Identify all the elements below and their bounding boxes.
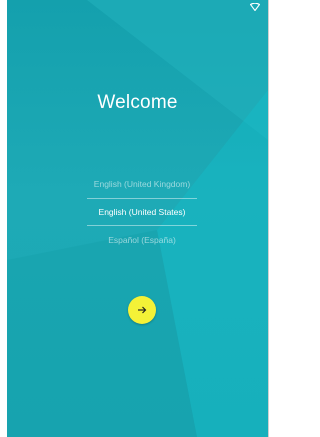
arrow-right-icon xyxy=(138,306,147,314)
next-button[interactable] xyxy=(128,296,156,324)
language-option-english-us[interactable]: English (United States) xyxy=(87,198,197,226)
setup-screen: Welcome English (United Kingdom) English… xyxy=(7,0,269,437)
page-title: Welcome xyxy=(97,92,178,113)
language-option-english-uk[interactable]: English (United Kingdom) xyxy=(87,170,197,198)
status-bar xyxy=(7,0,268,14)
wifi-icon xyxy=(250,3,260,11)
selection-divider-top xyxy=(87,198,197,199)
device-frame: Welcome English (United Kingdom) English… xyxy=(0,0,273,437)
language-picker[interactable]: English (United Kingdom) English (United… xyxy=(87,170,197,254)
language-option-label: English (United States) xyxy=(98,207,186,217)
language-option-espanol[interactable]: Español (España) xyxy=(87,226,197,254)
